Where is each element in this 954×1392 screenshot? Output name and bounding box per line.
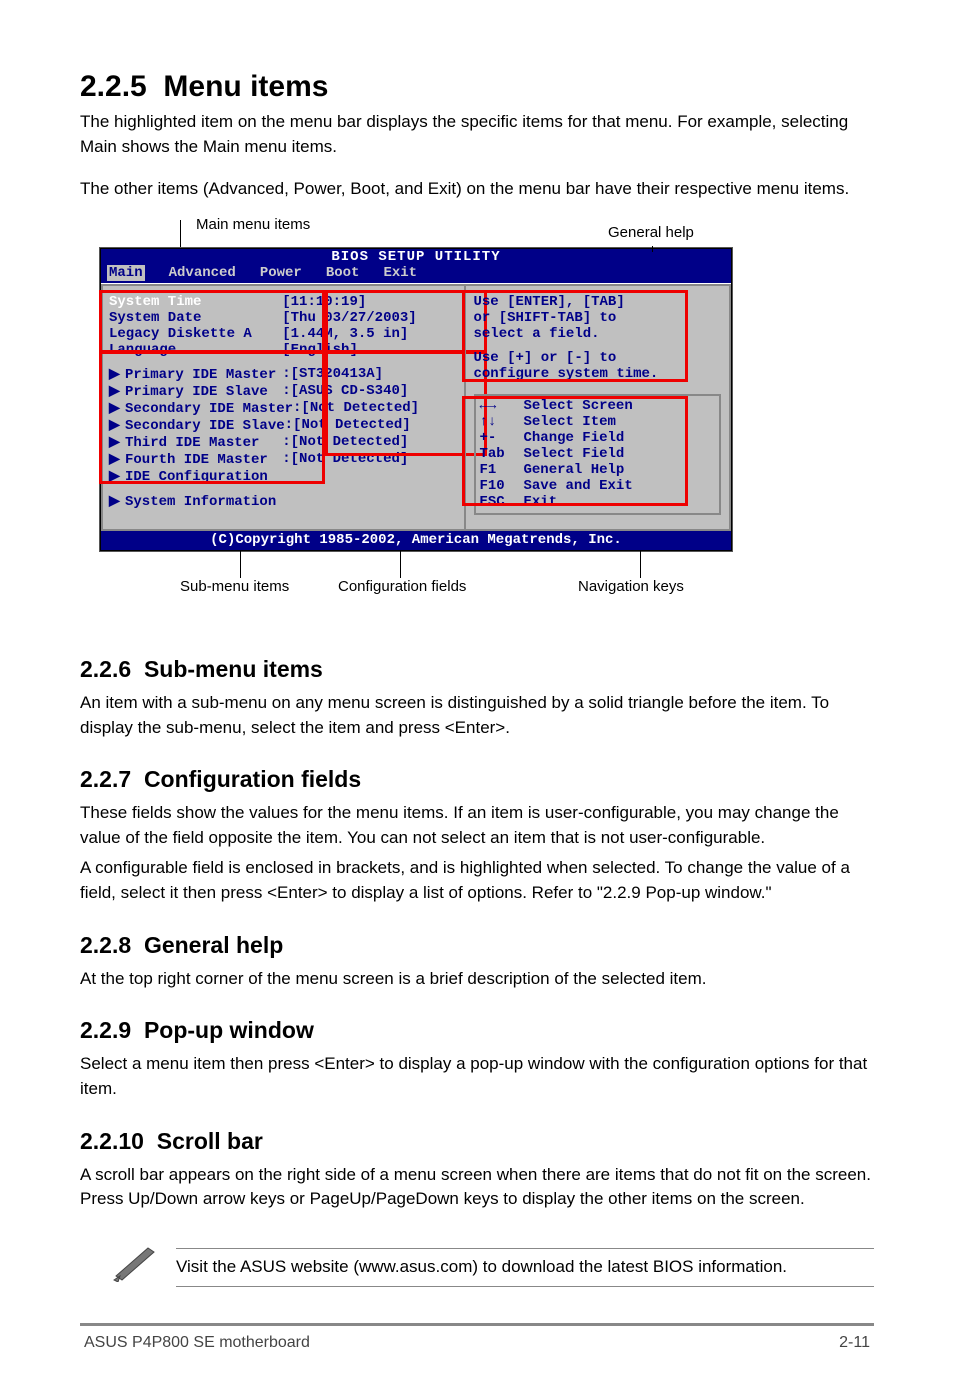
p2210: A scroll bar appears on the right side o…	[80, 1163, 874, 1212]
submenu-item[interactable]: ▶Primary IDE Master	[109, 366, 282, 383]
callout-line	[652, 246, 653, 252]
sec-title: Scroll bar	[157, 1128, 263, 1154]
callout-config-fields: Configuration fields	[338, 578, 466, 595]
callout-nav-keys: Navigation keys	[578, 578, 684, 595]
footer-left: ASUS P4P800 SE motherboard	[84, 1334, 310, 1352]
sec-title: Pop-up window	[144, 1017, 314, 1043]
submenu-item[interactable]: ▶System Information	[109, 493, 456, 510]
nav-key: ←→	[480, 398, 524, 414]
callout-line	[180, 220, 181, 248]
sec-num: 2.2.9	[80, 1017, 131, 1043]
nav-label: Change Field	[524, 430, 625, 446]
p229: Select a menu item then press <Enter> to…	[80, 1052, 874, 1101]
field-value[interactable]: [English]	[282, 342, 455, 358]
help-text: Use [+] or [-] to	[474, 350, 722, 366]
submenu-item[interactable]: ▶Primary IDE Slave	[109, 383, 282, 400]
submenu-item[interactable]: ▶Secondary IDE Master	[109, 400, 293, 417]
footer-divider	[80, 1323, 874, 1326]
field-value[interactable]: [1.44M, 3.5 in]	[282, 326, 455, 342]
callout-line	[640, 550, 641, 578]
submenu-value: :[Not Detected]	[282, 451, 455, 468]
footer-right: 2-11	[839, 1334, 870, 1352]
nav-key: Tab	[480, 446, 524, 462]
submenu-item[interactable]: ▶Secondary IDE Slave	[109, 417, 285, 434]
p227a: These fields show the values for the men…	[80, 801, 874, 850]
p226: An item with a sub-menu on any menu scre…	[80, 691, 874, 740]
divider	[176, 1248, 874, 1249]
submenu-value: :[ST320413A]	[282, 366, 455, 383]
submenu-item[interactable]: ▶Fourth IDE Master	[109, 451, 282, 468]
field-label[interactable]: System Date	[109, 310, 282, 326]
tab-advanced[interactable]: Advanced	[169, 265, 236, 281]
sec-num: 2.2.8	[80, 932, 131, 958]
bios-title: BIOS SETUP UTILITY	[101, 249, 731, 265]
help-text: select a field.	[474, 326, 722, 342]
bios-copyright: (C)Copyright 1985-2002, American Megatre…	[101, 531, 731, 550]
nav-label: Select Item	[524, 414, 616, 430]
tab-boot[interactable]: Boot	[326, 265, 360, 281]
sec-num: 2.2.5	[80, 70, 147, 103]
tab-main[interactable]: Main	[107, 265, 145, 281]
callout-line	[400, 550, 401, 578]
p227b: A configurable field is enclosed in brac…	[80, 856, 874, 905]
sec-title: General help	[144, 932, 283, 958]
nav-key: F1	[480, 462, 524, 478]
note-icon	[110, 1242, 156, 1287]
p228: At the top right corner of the menu scre…	[80, 967, 874, 992]
sec-title: Sub-menu items	[144, 656, 323, 682]
field-label[interactable]: System Time	[109, 294, 282, 310]
callout-line	[240, 550, 241, 578]
nav-key: ESC	[480, 494, 524, 510]
nav-key: F10	[480, 478, 524, 494]
nav-keys-box: ←→Select Screen ↑↓Select Item +-Change F…	[474, 394, 722, 515]
callout-submenu: Sub-menu items	[180, 578, 289, 595]
sec-title: Configuration fields	[144, 766, 361, 792]
submenu-value: :[Not Detected]	[285, 417, 456, 434]
submenu-value: :[Not Detected]	[293, 400, 455, 417]
submenu-value	[282, 468, 455, 485]
sec-title: Menu items	[163, 70, 328, 103]
bios-menubar: Main Advanced Power Boot Exit	[101, 265, 731, 283]
sec-num: 2.2.6	[80, 656, 131, 682]
callout-main-items: Main menu items	[196, 216, 310, 233]
tab-exit[interactable]: Exit	[383, 265, 417, 281]
help-text: or [SHIFT-TAB] to	[474, 310, 722, 326]
help-text: Use [ENTER], [TAB]	[474, 294, 722, 310]
bios-right-pane: Use [ENTER], [TAB] or [SHIFT-TAB] to sel…	[464, 284, 732, 531]
submenu-value: :[ASUS CD-S340]	[282, 383, 455, 400]
nav-label: General Help	[524, 462, 625, 478]
nav-key: ↑↓	[480, 414, 524, 430]
tab-power[interactable]: Power	[260, 265, 302, 281]
divider	[176, 1286, 874, 1287]
bios-window: BIOS SETUP UTILITY Main Advanced Power B…	[100, 248, 732, 551]
nav-label: Save and Exit	[524, 478, 633, 494]
sec-num: 2.2.10	[80, 1128, 144, 1154]
help-text: configure system time.	[474, 366, 722, 382]
field-value[interactable]: [Thu 03/27/2003]	[282, 310, 455, 326]
submenu-value: :[Not Detected]	[282, 434, 455, 451]
nav-label: Exit	[524, 494, 558, 510]
intro-p2: The other items (Advanced, Power, Boot, …	[80, 177, 874, 202]
nav-key: +-	[480, 430, 524, 446]
intro-p1: The highlighted item on the menu bar dis…	[80, 110, 874, 159]
submenu-item[interactable]: ▶Third IDE Master	[109, 434, 282, 451]
bios-left-pane: System Time[11:10:19] System Date[Thu 03…	[101, 284, 464, 531]
field-label[interactable]: Language	[109, 342, 282, 358]
sec-num: 2.2.7	[80, 766, 131, 792]
field-value[interactable]: [11:10:19]	[282, 294, 455, 310]
note-text: Visit the ASUS website (www.asus.com) to…	[176, 1255, 874, 1280]
nav-label: Select Screen	[524, 398, 633, 414]
field-label[interactable]: Legacy Diskette A	[109, 326, 282, 342]
submenu-item[interactable]: ▶IDE Configuration	[109, 468, 282, 485]
nav-label: Select Field	[524, 446, 625, 462]
callout-general-help: General help	[608, 224, 694, 241]
